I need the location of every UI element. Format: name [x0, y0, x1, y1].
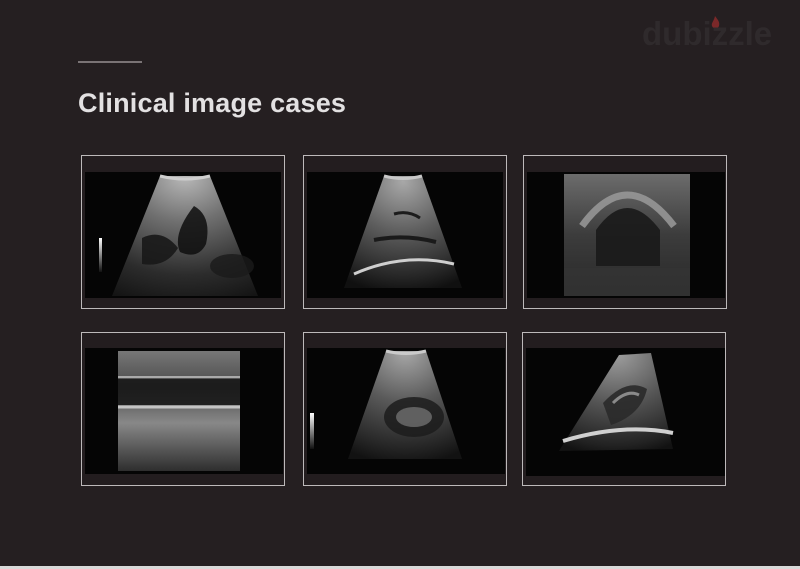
- clinical-image-card-6: [522, 332, 726, 486]
- dubizzle-watermark-logo: dubizzle: [642, 15, 772, 50]
- ultrasound-image-2: [304, 156, 506, 308]
- ultrasound-image-5: [304, 333, 506, 485]
- clinical-image-card-4: [81, 332, 285, 486]
- clinical-image-card-5: [303, 332, 507, 486]
- title-accent-rule: [78, 61, 142, 63]
- slide: dubizzle Clinical image cases: [0, 0, 800, 566]
- clinical-image-card-1: [81, 155, 285, 309]
- ultrasound-image-3: [524, 156, 726, 308]
- watermark-text: dubizzle: [642, 15, 772, 50]
- page-title: Clinical image cases: [78, 88, 347, 118]
- ultrasound-image-1: [82, 156, 284, 308]
- ultrasound-image-6: [523, 333, 725, 485]
- ultrasound-image-4: [82, 333, 284, 485]
- clinical-image-card-2: [303, 155, 507, 309]
- clinical-image-card-3: [523, 155, 727, 309]
